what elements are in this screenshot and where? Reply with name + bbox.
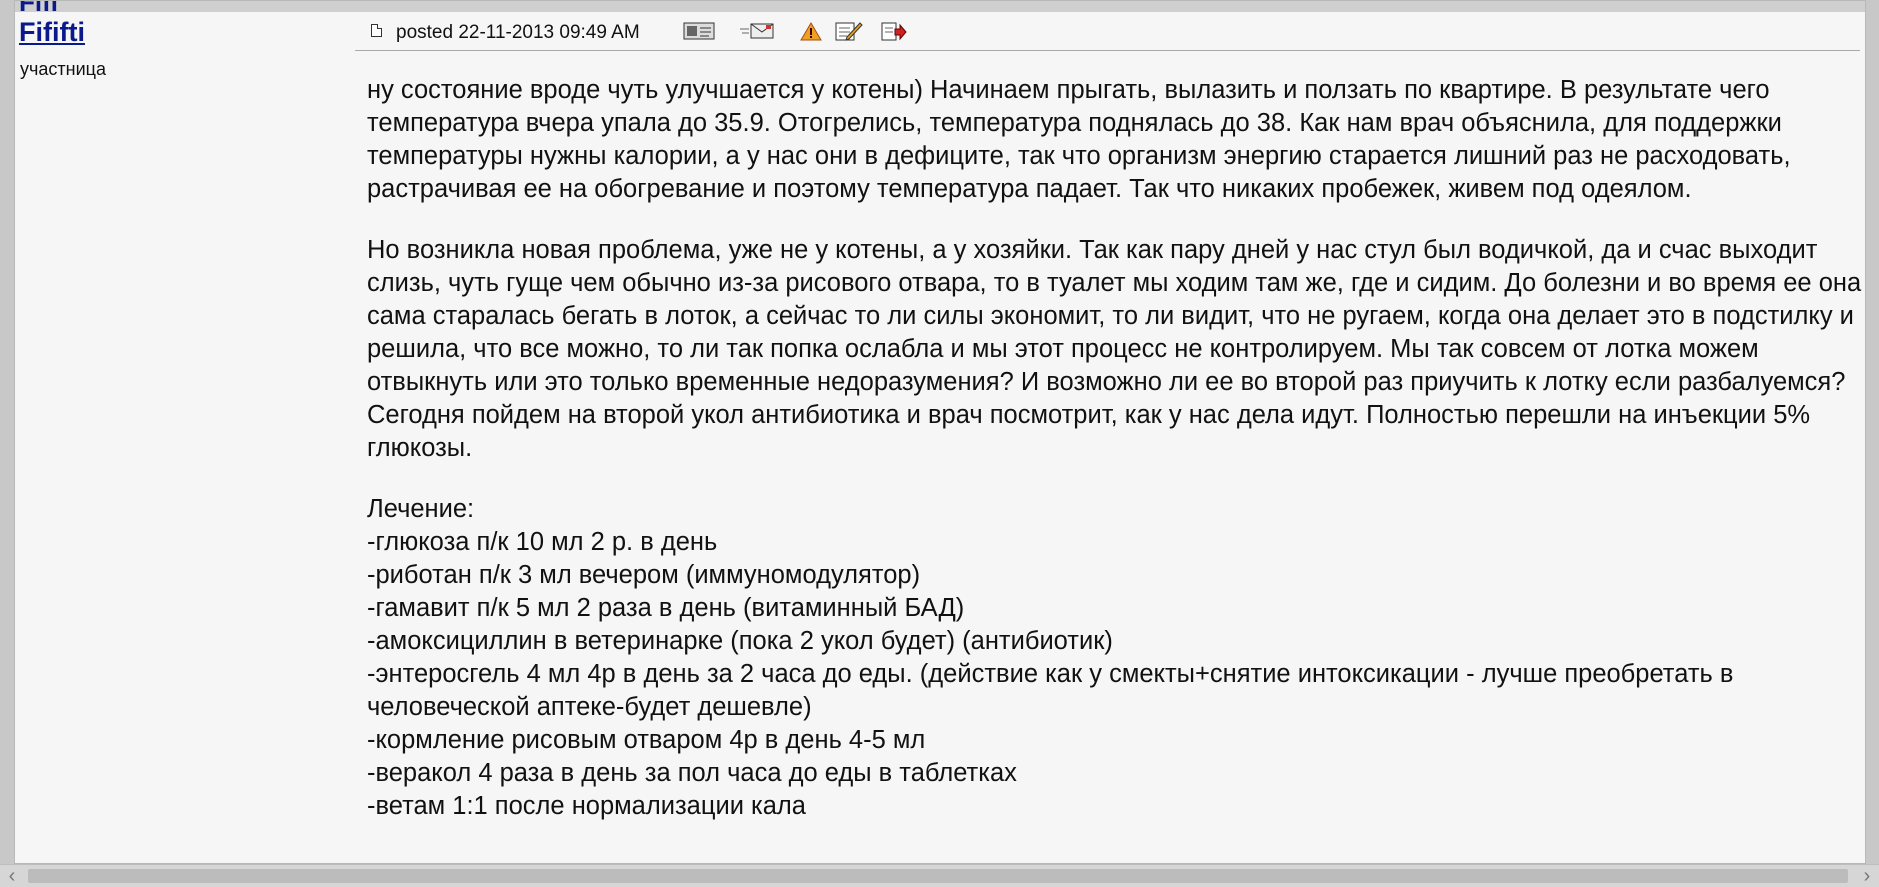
edit-icon[interactable] — [835, 21, 863, 41]
treatment-item: -кормление рисовым отваром 4р в день 4-5… — [367, 726, 926, 754]
post-date: posted 22-11-2013 09:49 AM — [396, 22, 640, 43]
forum-post: Fifi Fififti участница posted 22-11-2013… — [14, 0, 1866, 864]
scroll-left-arrow-icon[interactable]: ‹ — [2, 866, 22, 886]
private-message-icon[interactable] — [739, 21, 775, 41]
treatment-heading: Лечение: — [367, 495, 475, 523]
author-role: участница — [20, 59, 106, 79]
post-document-icon — [371, 24, 382, 37]
author-column: Fififti участница — [15, 12, 340, 863]
previous-post-strip: Fifi — [15, 1, 1865, 17]
post-paragraph: ну состояние вроде чуть улучшается у кот… — [367, 76, 1791, 203]
treatment-item: -глюкоза п/к 10 мл 2 р. в день — [367, 528, 718, 556]
report-icon[interactable] — [800, 21, 822, 41]
horizontal-scrollbar[interactable]: ‹ › — [0, 864, 1879, 887]
treatment-item: -веракол 4 раза в день за пол часа до ед… — [367, 759, 1017, 787]
treatment-item: -ветам 1:1 после нормализации кала — [367, 792, 806, 820]
profile-icon[interactable] — [683, 21, 715, 41]
quote-icon[interactable] — [881, 21, 907, 41]
treatment-item: -риботан п/к 3 мл вечером (иммуномодулят… — [367, 561, 921, 589]
scroll-right-arrow-icon[interactable]: › — [1857, 866, 1877, 886]
post-paragraph: Но возникла новая проблема, уже не у кот… — [367, 236, 1862, 462]
treatment-item: -гамавит п/к 5 мл 2 раза в день (витамин… — [367, 594, 965, 622]
treatment-item: -амоксициллин в ветеринарке (пока 2 укол… — [367, 627, 1113, 655]
treatment-list: Лечение: -глюкоза п/к 10 мл 2 р. в день … — [367, 493, 1865, 823]
post-body: ну состояние вроде чуть улучшается у кот… — [367, 74, 1865, 823]
author-name-link[interactable]: Fififti — [19, 17, 85, 48]
scrollbar-thumb[interactable] — [28, 869, 1848, 883]
post-header: posted 22-11-2013 09:49 AM — [355, 12, 1860, 51]
treatment-item: -энтеросгель 4 мл 4р в день за 2 часа до… — [367, 660, 1734, 721]
